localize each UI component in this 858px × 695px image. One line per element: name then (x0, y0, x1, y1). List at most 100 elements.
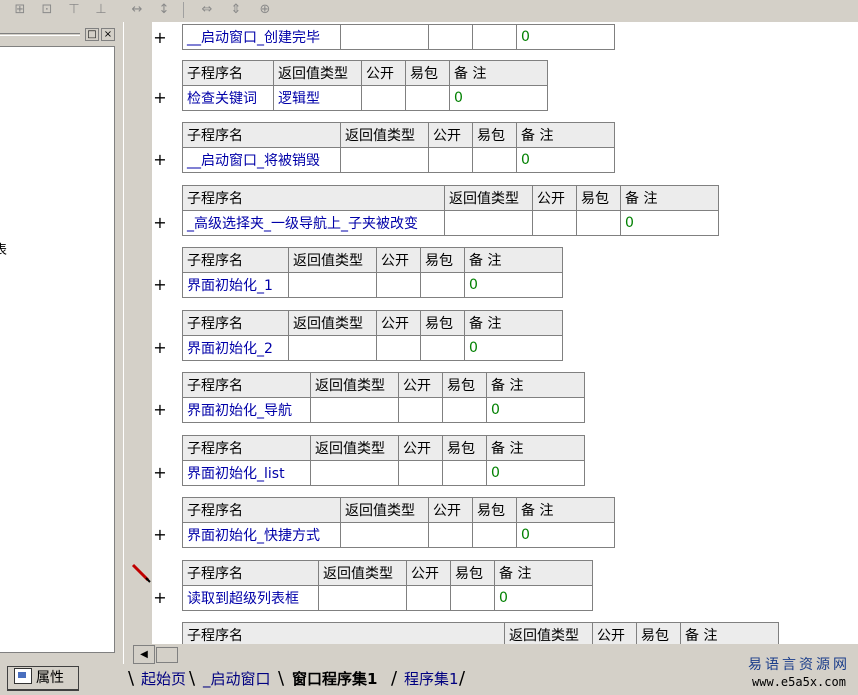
expand-plus-icon[interactable]: + (152, 90, 168, 106)
easy-package-cell[interactable] (442, 460, 487, 486)
expand-plus-icon[interactable]: + (152, 30, 168, 46)
public-cell[interactable] (376, 272, 421, 298)
subroutine-name-cell[interactable]: 读取到超级列表框 (182, 585, 319, 611)
align-top-icon[interactable]: ⊤ (64, 1, 84, 19)
tab-startup-window[interactable]: _启动窗口 (197, 668, 277, 690)
return-type-cell[interactable]: 逻辑型 (273, 85, 362, 111)
same-height-icon[interactable]: ↕ (154, 1, 174, 19)
easy-package-cell[interactable] (450, 585, 495, 611)
public-cell[interactable] (428, 147, 473, 173)
header-return-type: 返回值类型 (288, 310, 377, 336)
align-center-icon[interactable]: ⊡ (37, 1, 57, 19)
return-type-cell[interactable] (310, 397, 399, 423)
subroutine-name-cell[interactable]: __启动窗口_将被销毁 (182, 147, 341, 173)
return-type-cell[interactable] (340, 522, 429, 548)
subroutine-name-cell[interactable]: __启动窗口_创建完毕 (182, 24, 341, 50)
expand-plus-icon[interactable]: + (152, 465, 168, 481)
tab-start-page[interactable]: 起始页 (135, 668, 192, 690)
align-grid-icon[interactable]: ⊞ (10, 1, 30, 19)
header-easy-package: 易包 (442, 435, 487, 461)
public-cell[interactable] (428, 24, 473, 50)
easy-package-cell[interactable] (405, 85, 450, 111)
subroutine-name-cell[interactable]: 界面初始化_快捷方式 (182, 522, 341, 548)
return-type-cell[interactable] (340, 147, 429, 173)
return-type-cell[interactable] (288, 272, 377, 298)
public-cell[interactable] (361, 85, 406, 111)
note-cell[interactable]: 0 (516, 147, 615, 173)
public-cell[interactable] (398, 460, 443, 486)
header-easy-package: 易包 (420, 247, 465, 273)
subroutine-table: 子程序名 返回值类型 公开 易包备 注 __启动窗口_将被销毁 0 (182, 122, 615, 173)
expand-plus-icon[interactable]: + (152, 340, 168, 356)
easy-package-cell[interactable] (472, 24, 517, 50)
note-cell[interactable]: 0 (449, 85, 548, 111)
return-type-cell[interactable] (310, 460, 399, 486)
note-cell[interactable]: 0 (486, 397, 585, 423)
subroutine-block: 子程序名 返回值类型 公开 易包备 注界面初始化_list 0 (182, 435, 585, 486)
header-public: 公开 (376, 247, 421, 273)
properties-tab[interactable]: 属性 (7, 666, 79, 691)
tab-window-assembly-1[interactable]: 窗口程序集1 (286, 668, 383, 690)
scroll-left-arrow-icon[interactable]: ◀ (133, 645, 155, 664)
subroutine-table: 子程序名 返回值类型 公开 易包备 注界面初始化_2 0 (182, 310, 563, 361)
header-note: 备 注 (486, 372, 585, 398)
note-cell[interactable]: 0 (486, 460, 585, 486)
hspace-icon[interactable]: ⇔ (197, 1, 217, 19)
expand-plus-icon[interactable]: + (152, 277, 168, 293)
watermark-title: 易语言资源网 (748, 657, 850, 673)
return-type-cell[interactable] (318, 585, 407, 611)
tab-assembly-1[interactable]: 程序集1 (398, 668, 465, 690)
public-cell[interactable] (398, 397, 443, 423)
note-cell[interactable]: 0 (516, 24, 615, 50)
subroutine-name-cell[interactable]: 界面初始化_1 (182, 272, 289, 298)
watermark-url: www.e5a5x.com (752, 675, 846, 689)
easy-package-cell[interactable] (576, 210, 621, 236)
subroutine-name-cell[interactable]: 界面初始化_2 (182, 335, 289, 361)
public-cell[interactable] (376, 335, 421, 361)
subroutine-name-cell[interactable]: _高级选择夹_一级导航上_子夹被改变 (182, 210, 445, 236)
subroutine-name-cell[interactable]: 界面初始化_list (182, 460, 311, 486)
header-easy-package: 易包 (450, 560, 495, 586)
easy-package-cell[interactable] (420, 272, 465, 298)
subroutine-table: 子程序名 返回值类型 公开 易包备 注界面初始化_1 0 (182, 247, 563, 298)
header-easy-package: 易包 (472, 122, 517, 148)
align-middle-icon[interactable]: ⊥ (91, 1, 111, 19)
code-editor[interactable]: __启动窗口_创建完毕 0 子程序名 返回值类型 公开 易包备 注检查关键词 逻辑型 0 子程序… (130, 22, 858, 644)
easy-package-cell[interactable] (472, 522, 517, 548)
center-both-icon[interactable]: ⊕ (255, 1, 275, 19)
note-cell[interactable]: 0 (620, 210, 719, 236)
public-cell[interactable] (532, 210, 577, 236)
easy-package-cell[interactable] (420, 335, 465, 361)
expand-plus-icon[interactable]: + (152, 215, 168, 231)
header-return-type: 返回值类型 (340, 122, 429, 148)
return-type-cell[interactable] (444, 210, 533, 236)
vspace-icon[interactable]: ⇕ (226, 1, 246, 19)
same-width-icon[interactable]: ↔ (127, 1, 147, 19)
easy-package-cell[interactable] (442, 397, 487, 423)
scroll-thumb[interactable] (156, 647, 178, 663)
subroutine-name-cell[interactable]: 界面初始化_导航 (182, 397, 311, 423)
public-cell[interactable] (428, 522, 473, 548)
subroutine-name-cell[interactable]: 检查关键词 (182, 85, 274, 111)
subroutine-block: 子程序名 返回值类型 公开 易包备 注 __启动窗口_将被销毁 0 (182, 122, 615, 173)
note-cell[interactable]: 0 (494, 585, 593, 611)
left-panel-titlebar: □ × (0, 26, 118, 42)
return-type-cell[interactable] (288, 335, 377, 361)
header-public: 公开 (428, 497, 473, 523)
easy-package-cell[interactable] (472, 147, 517, 173)
note-cell[interactable]: 0 (464, 272, 563, 298)
restore-icon[interactable]: □ (85, 28, 99, 41)
header-easy-package: 易包 (420, 310, 465, 336)
left-panel-content[interactable]: 表 (0, 46, 115, 653)
close-icon[interactable]: × (101, 28, 115, 41)
public-cell[interactable] (406, 585, 451, 611)
note-cell[interactable]: 0 (464, 335, 563, 361)
expand-plus-icon[interactable]: + (152, 527, 168, 543)
expand-plus-icon[interactable]: + (152, 152, 168, 168)
expand-plus-icon[interactable]: + (152, 402, 168, 418)
header-public: 公开 (398, 372, 443, 398)
expand-plus-icon[interactable]: + (152, 590, 168, 606)
note-cell[interactable]: 0 (516, 522, 615, 548)
return-type-cell[interactable] (340, 24, 429, 50)
subroutine-block: 子程序名 返回值类型 公开 易包备 注界面初始化_导航 0 (182, 372, 585, 423)
